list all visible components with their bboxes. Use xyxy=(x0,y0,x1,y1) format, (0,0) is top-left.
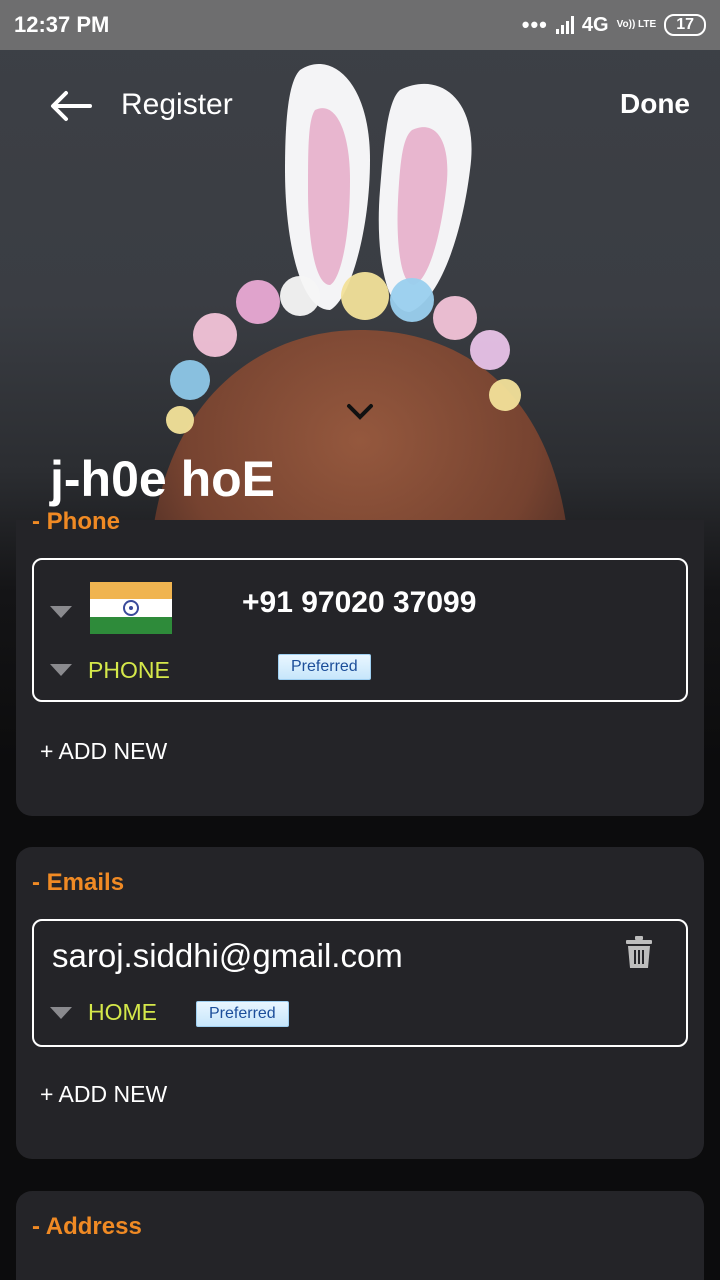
phone-type-dropdown-icon[interactable] xyxy=(50,664,72,676)
email-type-label[interactable]: HOME xyxy=(88,999,157,1026)
battery-level: 17 xyxy=(676,16,694,33)
status-time: 12:37 PM xyxy=(14,12,110,37)
chakra-icon xyxy=(123,600,139,617)
phone-section: - Phone +91 97020 37099 PHONE Preferred … xyxy=(16,508,704,816)
address-section-title: - Address xyxy=(32,1213,142,1240)
signal-icon xyxy=(555,16,574,34)
chevron-down-icon[interactable] xyxy=(346,402,374,422)
contact-name[interactable]: j-h0e hoE xyxy=(50,450,275,508)
more-dots-icon: ••• xyxy=(521,12,548,37)
email-type-dropdown-icon[interactable] xyxy=(50,1007,72,1019)
preferred-badge[interactable]: Preferred xyxy=(196,1001,289,1027)
status-bar: 12:37 PM ••• 4G Vo)) LTE 17 xyxy=(0,0,720,50)
email-entry: saroj.siddhi@gmail.com HOME Preferred xyxy=(32,919,688,1047)
emails-section: - Emails saroj.siddhi@gmail.com HOME Pre… xyxy=(16,847,704,1159)
phone-number-field[interactable]: +91 97020 37099 xyxy=(242,586,476,620)
network-type: 4G xyxy=(581,13,609,36)
trash-icon[interactable] xyxy=(624,935,654,969)
india-flag-icon[interactable] xyxy=(90,582,172,634)
phone-section-title: - Phone xyxy=(32,508,120,535)
done-button[interactable]: Done xyxy=(620,88,690,120)
email-field[interactable]: saroj.siddhi@gmail.com xyxy=(52,937,403,975)
emails-section-title: - Emails xyxy=(32,869,125,896)
add-new-email-button[interactable]: + ADD NEW xyxy=(40,1081,167,1108)
page-title: Register xyxy=(121,88,233,121)
app-bar: Register Done xyxy=(0,70,720,142)
volte-indicator: Vo)) LTE xyxy=(616,19,657,30)
phone-type-label[interactable]: PHONE xyxy=(88,657,170,684)
phone-entry: +91 97020 37099 PHONE Preferred xyxy=(32,558,688,702)
country-dropdown-icon[interactable] xyxy=(50,606,72,618)
battery-icon: 17 xyxy=(664,14,706,36)
preferred-badge[interactable]: Preferred xyxy=(278,654,371,680)
arrow-left-icon[interactable] xyxy=(48,88,92,124)
add-new-phone-button[interactable]: + ADD NEW xyxy=(40,738,167,765)
address-section: - Address xyxy=(16,1191,704,1280)
